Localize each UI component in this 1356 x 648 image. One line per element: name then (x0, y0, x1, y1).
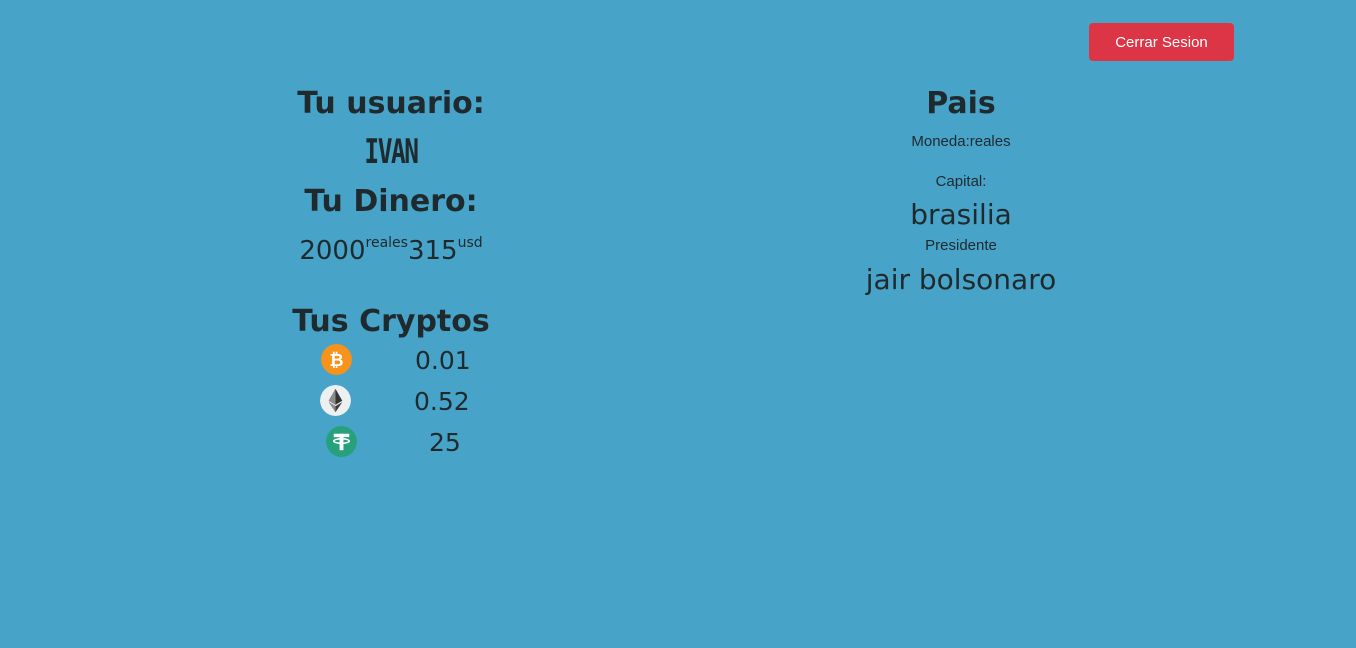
money-amount-reales: 2000 (299, 236, 366, 266)
page: Cerrar Sesion Tu usuario: IVAN Tu Dinero… (0, 0, 1356, 648)
president-value: jair bolsonaro (865, 263, 1057, 296)
crypto-amount-bitcoin: 0.01 (415, 346, 471, 375)
country-title: Pais (926, 86, 996, 121)
user-panel: Tu usuario: IVAN Tu Dinero: 2000reales31… (250, 84, 532, 465)
crypto-row-bitcoin: ₿ 0.01 (250, 342, 532, 383)
user-title: Tu usuario: (297, 86, 485, 121)
username: IVAN (364, 132, 419, 172)
tether-icon (326, 426, 357, 457)
money-title: Tu Dinero: (304, 184, 478, 219)
president-label: Presidente (925, 237, 997, 254)
crypto-amount-tether: 25 (429, 428, 461, 457)
capital-value: brasilia (910, 198, 1012, 231)
cryptos-title: Tus Cryptos (292, 304, 490, 339)
crypto-amount-ethereum: 0.52 (414, 387, 470, 416)
country-panel: Pais Moneda:reales Capital: brasilia Pre… (760, 84, 1162, 298)
svg-text:₿: ₿ (329, 351, 343, 371)
crypto-row-ethereum: 0.52 (250, 383, 532, 424)
crypto-row-tether: 25 (250, 424, 532, 465)
logout-button[interactable]: Cerrar Sesion (1089, 23, 1234, 61)
currency-label: Moneda:reales (911, 133, 1011, 150)
ethereum-icon (320, 385, 351, 416)
money-amount-usd: 315 (407, 236, 458, 266)
bitcoin-icon: ₿ (321, 344, 352, 375)
money-currency-reales: reales (365, 235, 408, 251)
money-balances: 2000reales315usd (250, 226, 532, 268)
money-currency-usd: usd (457, 235, 483, 251)
capital-label: Capital: (935, 173, 987, 190)
